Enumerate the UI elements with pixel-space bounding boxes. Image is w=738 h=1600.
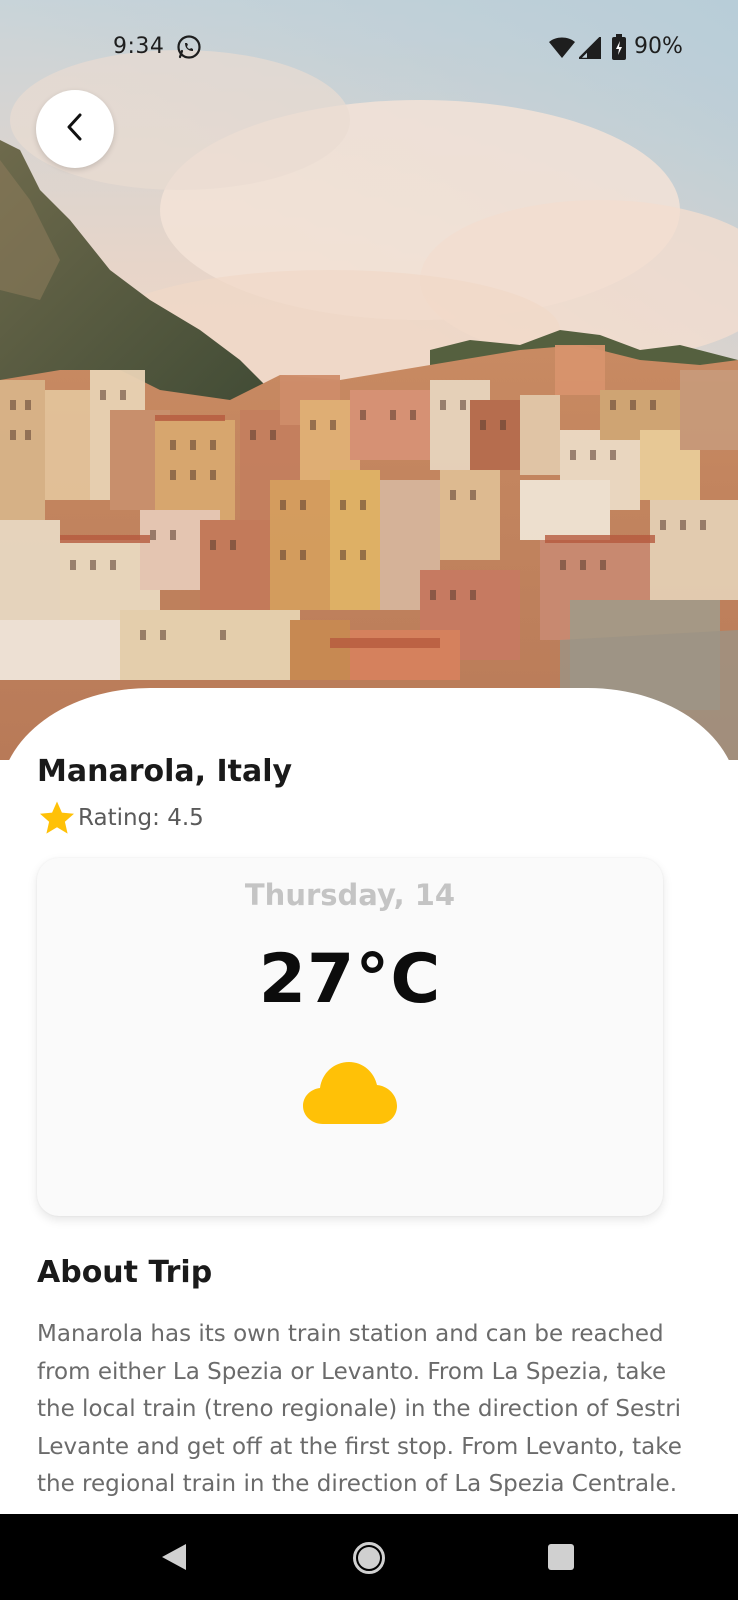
battery-percentage: 90% — [634, 34, 683, 59]
system-nav-bar — [0, 1514, 738, 1600]
nav-back-icon[interactable] — [160, 1542, 188, 1572]
about-body: Manarola has its own train station and c… — [37, 1321, 682, 1497]
battery-charging-icon — [612, 34, 626, 60]
nav-home-icon[interactable] — [352, 1541, 386, 1575]
place-title: Manarola, Italy — [37, 754, 293, 789]
status-bar: 9:34 90% — [0, 0, 738, 96]
back-button[interactable] — [36, 90, 114, 168]
weather-temperature: 27°C — [258, 940, 442, 1019]
rating-label: Rating: 4.5 — [78, 805, 204, 831]
cloud-icon — [303, 1062, 397, 1124]
about-heading: About Trip — [37, 1255, 213, 1290]
trip-detail-screen: 9:34 90% Manarola, Italy Rating: 4.5 Thu… — [0, 0, 738, 1600]
rating-row: Rating: 4.5 — [38, 800, 204, 836]
star-icon — [38, 800, 76, 836]
whatsapp-icon — [176, 34, 202, 60]
nav-recents-icon[interactable] — [547, 1543, 575, 1571]
weather-day: Thursday, 14 — [244, 878, 456, 912]
status-time: 9:34 — [113, 34, 165, 59]
chevron-left-icon — [64, 112, 86, 146]
weather-card: Thursday, 14 27°C — [37, 858, 663, 1216]
cell-signal-icon — [577, 35, 603, 61]
wifi-icon — [549, 37, 575, 59]
